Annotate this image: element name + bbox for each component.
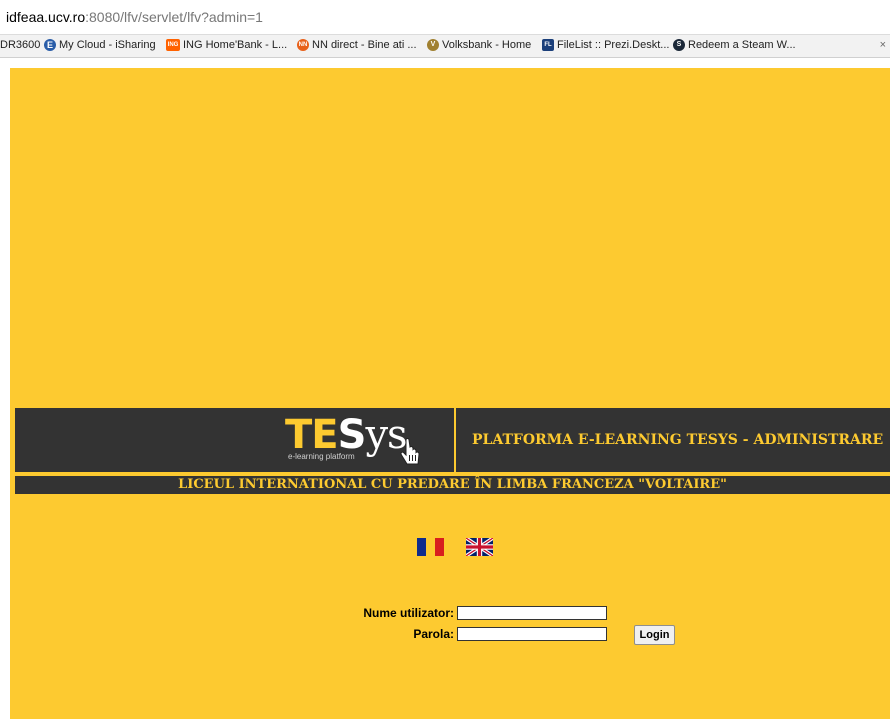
bookmark-filelist[interactable]: FL FileList :: Prezi.Deskt... [542,39,669,51]
username-label: Nume utilizator: [363,606,454,620]
address-bar[interactable]: idfeaa.ucv.ro:8080/lfv/servlet/lfv?admin… [0,0,890,35]
volksbank-icon: V [427,39,439,51]
bookmark-label: Redeem a Steam W... [688,39,796,51]
bookmark-label: My Cloud - iSharing [59,39,156,51]
bookmarks-bar: DR3600 E My Cloud - iSharing ING ING Hom… [0,35,890,58]
filelist-icon: FL [542,39,554,51]
bookmark-volksbank[interactable]: V Volksbank - Home [427,39,531,51]
bookmark-label: NN direct - Bine ati ... [312,39,417,51]
password-label: Parola: [413,627,454,641]
login-button[interactable]: Login [634,625,675,645]
flag-uk-icon[interactable] [466,538,493,556]
school-bar: LICEUL INTERNATIONAL CU PREDARE ÎN LIMBA… [15,476,890,494]
flag-fr-middle [426,538,435,556]
school-name: LICEUL INTERNATIONAL CU PREDARE ÎN LIMBA… [178,477,727,492]
close-icon[interactable]: × [880,39,886,51]
flag-fr-red [435,538,444,556]
nn-icon: NN [297,39,309,51]
url-text[interactable]: idfeaa.ucv.ro:8080/lfv/servlet/lfv?admin… [6,9,263,25]
steam-icon: S [673,39,685,51]
flag-fr-blue [417,538,426,556]
url-host: idfeaa.ucv.ro [6,9,86,25]
bookmark-label: ING Home'Bank - L... [183,39,288,51]
ing-lion-icon: ING [166,39,180,51]
header-bar: TESys e-learning platform PLATFORMA E-LE… [15,408,890,472]
username-input[interactable] [457,606,607,620]
hand-cursor-icon [400,438,420,465]
bookmark-label: FileList :: Prezi.Deskt... [557,39,670,51]
bookmark-nn-direct[interactable]: NN NN direct - Bine ati ... [297,39,417,51]
platform-title: PLATFORMA E-LEARNING TESYS - ADMINISTRAR… [472,432,884,448]
password-input[interactable] [457,627,607,641]
logo-tagline: e-learning platform [288,452,355,461]
url-path: :8080/lfv/servlet/lfv?admin=1 [85,9,263,25]
bookmark-dr3600[interactable]: DR3600 [0,39,40,51]
header-divider [454,408,456,472]
flag-fr-icon[interactable] [417,538,444,556]
my-cloud-icon: E [44,39,56,51]
bookmark-label: Volksbank - Home [442,39,532,51]
bookmark-steam[interactable]: S Redeem a Steam W... [673,39,796,51]
bookmark-my-cloud[interactable]: E My Cloud - iSharing [44,39,156,51]
tesys-logo: TESys e-learning platform [285,412,435,472]
page-content: TESys e-learning platform PLATFORMA E-LE… [10,68,890,719]
bookmark-ing[interactable]: ING ING Home'Bank - L... [166,39,287,51]
bookmark-label: DR3600 [0,39,41,51]
